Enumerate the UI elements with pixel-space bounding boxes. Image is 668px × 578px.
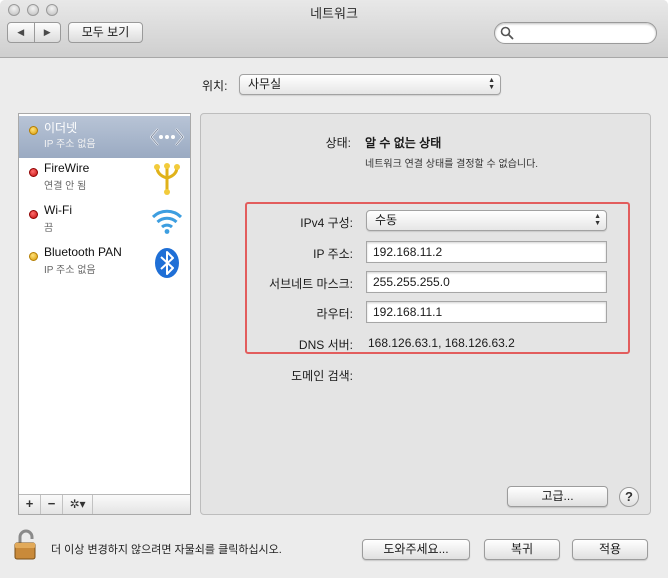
search-domain-label: 도메인 검색:	[291, 369, 353, 383]
router-field[interactable]: 192.168.11.1	[366, 301, 607, 323]
service-status: 끔	[44, 223, 54, 234]
lock-message: 더 이상 변경하지 않으려면 자물쇠를 클릭하십시오.	[51, 544, 282, 556]
show-all-button[interactable]: 모두 보기	[68, 22, 143, 43]
gear-icon[interactable]: ✲▾	[63, 495, 93, 514]
service-list-controls: + − ✲▾	[19, 494, 190, 514]
ipv4-config-label: IPv4 구성:	[300, 216, 353, 230]
service-item-bluetooth-pan[interactable]: Bluetooth PAN IP 주소 없음	[19, 242, 190, 284]
status-label: 상태:	[325, 136, 351, 150]
popup-arrows-icon: ▲ ▼	[488, 77, 495, 91]
add-service-button[interactable]: +	[19, 495, 41, 514]
status-description: 네트워크 연결 상태를 결정할 수 없습니다.	[365, 159, 539, 170]
remove-service-button[interactable]: −	[41, 495, 63, 514]
location-value: 사무실	[248, 77, 282, 91]
help-button[interactable]: ?	[619, 487, 639, 507]
service-status: IP 주소 없음	[44, 265, 96, 276]
subnet-mask-field[interactable]: 255.255.255.0	[366, 271, 607, 293]
status-indicator	[29, 168, 38, 177]
location-popup[interactable]: 사무실 ▲ ▼	[239, 74, 501, 95]
ethernet-icon	[150, 128, 184, 146]
service-name: FireWire	[44, 161, 90, 175]
status-indicator	[29, 252, 38, 261]
toolbar: 네트워크 ◀ ▶ 모두 보기	[0, 0, 668, 58]
service-name: Bluetooth PAN	[44, 245, 122, 259]
service-name: Wi-Fi	[44, 203, 72, 217]
router-label: 라우터:	[316, 307, 353, 321]
location-label: 위치:	[202, 79, 228, 93]
popup-arrows-icon: ▲ ▼	[594, 213, 601, 227]
subnet-mask-label: 서브네트 마스크:	[269, 277, 353, 291]
status-indicator	[29, 126, 38, 135]
service-status: IP 주소 없음	[44, 139, 96, 150]
status-indicator	[29, 210, 38, 219]
status-value: 알 수 없는 상태	[365, 136, 442, 150]
revert-button[interactable]: 복귀	[484, 539, 560, 560]
ip-address-label: IP 주소:	[313, 247, 353, 261]
ipv4-config-value: 수동	[375, 213, 398, 227]
dns-server-value: 168.126.63.1, 168.126.63.2	[368, 336, 515, 350]
window-title: 네트워크	[310, 6, 358, 21]
forward-button[interactable]: ▶	[33, 23, 61, 42]
firewire-icon	[154, 163, 180, 195]
advanced-button[interactable]: 고급...	[507, 486, 608, 507]
back-forward-control: ◀ ▶	[7, 22, 61, 43]
lock-icon[interactable]	[13, 529, 39, 561]
service-list: 이더넷 IP 주소 없음 FireWire 연결 안 됨 Wi-Fi 끔 Blu…	[18, 113, 191, 515]
service-detail-panel: 상태: 알 수 없는 상태 네트워크 연결 상태를 결정할 수 없습니다. IP…	[200, 113, 651, 515]
service-name: 이더넷	[44, 121, 78, 135]
dns-server-label: DNS 서버:	[298, 338, 353, 352]
wifi-icon	[151, 209, 183, 234]
back-button[interactable]: ◀	[8, 23, 34, 42]
service-item-ethernet[interactable]: 이더넷 IP 주소 없음	[19, 116, 190, 158]
ipv4-config-popup[interactable]: 수동 ▲ ▼	[366, 210, 607, 231]
ip-address-field[interactable]: 192.168.11.2	[366, 241, 607, 263]
service-status: 연결 안 됨	[44, 181, 87, 192]
search-field[interactable]	[494, 22, 657, 44]
service-item-firewire[interactable]: FireWire 연결 안 됨	[19, 158, 190, 200]
service-item-wifi[interactable]: Wi-Fi 끔	[19, 200, 190, 242]
assist-me-button[interactable]: 도와주세요...	[362, 539, 470, 560]
network-preferences-window: 네트워크 ◀ ▶ 모두 보기 위치: 사무실 ▲▼ 이더넷 IP 주소 없음	[0, 0, 668, 578]
apply-button[interactable]: 적용	[572, 539, 648, 560]
bluetooth-icon	[155, 248, 179, 278]
search-icon	[500, 26, 514, 40]
